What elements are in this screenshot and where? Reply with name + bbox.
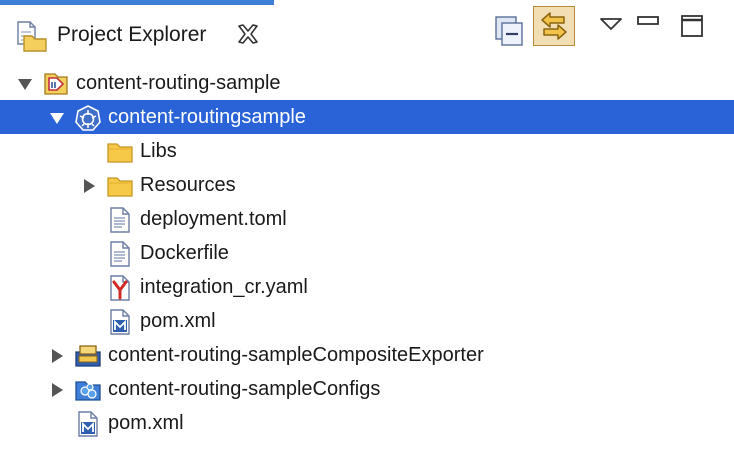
tree-item[interactable]: integration_cr.yaml [0,270,734,304]
view-header: Project Explorer [0,5,734,55]
minimize-icon [637,16,659,25]
collapse-all-icon [495,16,523,46]
collapse-all-button[interactable] [494,14,526,48]
composite-exporter-icon [74,342,102,370]
maven-file-icon [106,308,134,336]
folder-icon [106,138,134,166]
collapsed-twisty-icon[interactable] [80,177,98,195]
expanded-twisty-icon[interactable] [16,75,34,93]
link-with-editor-icon [541,12,567,40]
tree-item[interactable]: deployment.toml [0,202,734,236]
configs-project-icon [74,376,102,404]
project-explorer-icon [14,19,48,53]
collapsed-twisty-icon[interactable] [48,347,66,365]
collapsed-twisty-icon[interactable] [48,381,66,399]
tree-item[interactable]: pom.xml [0,304,734,338]
tree-item-label: Resources [140,174,236,196]
tree-item-label: Libs [140,140,177,162]
view-menu-button[interactable] [597,14,625,34]
view-menu-icon [600,18,622,30]
tree-item[interactable]: Libs [0,134,734,168]
close-icon [238,24,258,44]
kubernetes-project-icon [74,104,102,132]
tree-item[interactable]: Dockerfile [0,236,734,270]
maven-file-icon [74,410,102,438]
tree-item[interactable]: content-routing-sample [0,66,734,100]
tree-item[interactable]: pom.xml [0,406,734,440]
tree-item[interactable]: Resources [0,168,734,202]
tree-item-label: deployment.toml [140,208,287,230]
tree-item[interactable]: content-routing-sampleConfigs [0,372,734,406]
text-file-icon [106,206,134,234]
maximize-button[interactable] [678,13,706,39]
tree-item-label: pom.xml [140,310,216,332]
maximize-icon [681,15,703,37]
tree-item[interactable]: content-routingsample [0,100,734,134]
tree-item-label: pom.xml [108,412,184,434]
link-with-editor-button[interactable] [533,6,575,46]
yaml-file-icon [106,274,134,302]
close-view-button[interactable] [235,21,261,47]
folder-icon [106,172,134,200]
tree-item-label: Dockerfile [140,242,229,264]
tree-item-label: content-routing-sampleCompositeExporter [108,344,484,366]
text-file-icon [106,240,134,268]
tree-item[interactable]: content-routing-sampleCompositeExporter [0,338,734,372]
view-title: Project Explorer [57,23,207,46]
tree-item-label: content-routingsample [108,106,306,128]
tree-item-label: content-routing-sample [76,72,281,94]
integration-project-icon [42,70,70,98]
tree-item-label: integration_cr.yaml [140,276,308,298]
minimize-button[interactable] [636,13,660,31]
expanded-twisty-icon[interactable] [48,109,66,127]
tree-item-label: content-routing-sampleConfigs [108,378,381,400]
